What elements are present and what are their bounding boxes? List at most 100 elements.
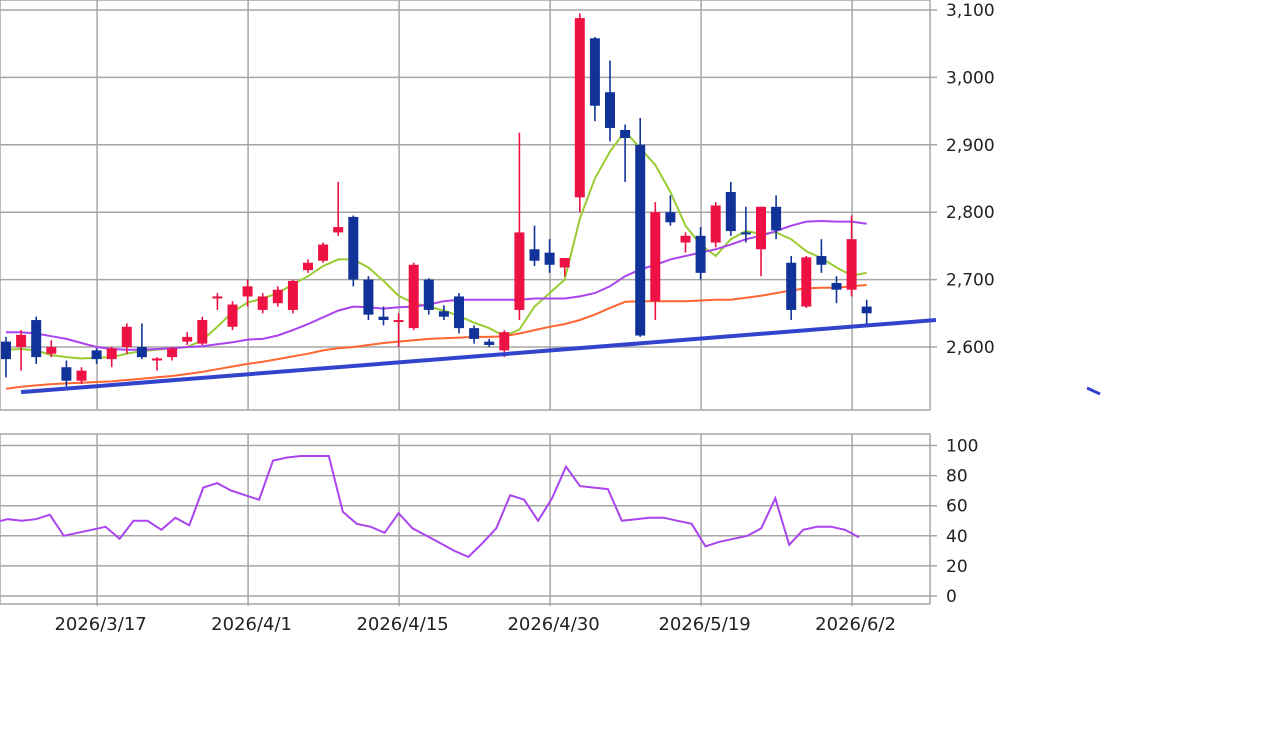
candle-body <box>801 257 812 307</box>
candlestick <box>861 299 872 327</box>
candlestick <box>318 242 329 263</box>
candlestick <box>31 316 42 364</box>
candle-body <box>665 212 676 223</box>
candlestick <box>197 316 208 345</box>
candlestick <box>136 323 147 360</box>
candlestick <box>710 202 721 248</box>
candlestick <box>378 306 389 326</box>
candlestick <box>212 293 223 310</box>
candle-body <box>167 348 178 358</box>
candle-body <box>454 296 464 329</box>
candle-body <box>1 341 11 360</box>
candle-body <box>257 296 268 310</box>
candlestick <box>695 227 706 280</box>
candle-body <box>725 191 736 232</box>
candle-body <box>393 320 404 323</box>
candlestick <box>272 286 283 307</box>
candle-body <box>363 279 374 315</box>
candle-body <box>152 358 162 361</box>
candle-body <box>710 205 721 243</box>
date-tick-label: 2026/4/30 <box>507 614 599 635</box>
candle-body <box>831 282 842 290</box>
candlestick <box>786 256 797 321</box>
candlestick <box>227 301 238 331</box>
price-tick-label: 2,800 <box>946 203 995 223</box>
price-tick-label: 2,900 <box>946 136 995 156</box>
candle-body <box>484 341 495 345</box>
candle-body <box>469 328 480 339</box>
moving-average-line <box>6 219 867 351</box>
candlestick <box>574 13 585 213</box>
moving-average-line <box>5 129 867 360</box>
candlestick <box>801 256 812 308</box>
candle-body <box>333 227 344 233</box>
oscillator-frame <box>0 433 931 605</box>
oscillator-tick-label: 60 <box>946 497 968 517</box>
oscillator-panel: 0 20 40 60 80 100 <box>0 433 978 607</box>
candle-body <box>861 306 872 314</box>
candle-body <box>438 311 449 317</box>
candle-body <box>378 316 389 321</box>
candlestick <box>423 278 434 315</box>
candlestick <box>91 348 102 364</box>
oscillator-tick-label: 40 <box>946 527 968 547</box>
candlestick <box>756 206 766 277</box>
date-axis: 2026/3/17 2026/4/1 2026/4/15 2026/4/30 2026/… <box>54 614 896 635</box>
candle-body <box>348 216 359 280</box>
stock-chart: 2,600 2,700 2,800 2,900 3,000 3,100 0 20 40 60 80… <box>0 0 1101 635</box>
candle-body <box>423 279 434 310</box>
oscillator-tick-label: 100 <box>946 437 978 457</box>
candlestick <box>559 258 570 277</box>
candle-body <box>212 296 223 299</box>
candle-body <box>574 18 585 198</box>
oscillator-tick-label: 0 <box>946 587 957 607</box>
candlestick <box>529 225 540 267</box>
candlestick <box>635 117 646 337</box>
candle-body <box>197 320 208 344</box>
candle-body <box>740 232 751 235</box>
candlestick <box>303 259 313 273</box>
candle-body <box>121 326 132 347</box>
price-tick-label: 3,000 <box>946 68 995 88</box>
price-tick-label: 2,700 <box>946 271 995 291</box>
candle-body <box>91 350 102 360</box>
candle-body <box>242 286 253 297</box>
candlestick <box>438 305 449 321</box>
candle-body <box>589 38 600 106</box>
candle-body <box>16 334 27 347</box>
candle-body <box>408 264 419 329</box>
candlestick <box>167 347 178 361</box>
candlestick <box>182 332 193 345</box>
candlestick <box>106 347 117 368</box>
candle-body <box>680 235 691 243</box>
candle-body <box>846 239 857 290</box>
candle-body <box>318 244 329 261</box>
candle-body <box>227 304 238 327</box>
candle-body <box>514 232 525 310</box>
candlestick <box>287 279 298 314</box>
candle-body <box>635 144 646 336</box>
price-tick-label: 3,100 <box>946 1 995 21</box>
candle-body <box>31 320 42 358</box>
candlestick <box>333 181 344 236</box>
candle-body <box>816 256 827 265</box>
candle-body <box>620 129 631 139</box>
candle-body <box>771 206 782 231</box>
candlestick <box>544 239 555 273</box>
candle-body <box>272 289 283 304</box>
candle-body <box>287 280 298 310</box>
candlestick <box>1 336 11 378</box>
candle-body <box>76 370 87 381</box>
price-tick-label: 2,600 <box>946 338 995 358</box>
candle-body <box>756 206 766 250</box>
candlestick <box>620 124 631 182</box>
candlestick <box>257 293 268 314</box>
candle-body <box>529 249 540 261</box>
candle-body <box>136 347 147 358</box>
candlestick <box>589 36 600 122</box>
date-tick-label: 2026/5/19 <box>658 614 750 635</box>
candle-body <box>303 262 313 271</box>
candle-body <box>61 367 72 381</box>
candle-body <box>605 92 615 128</box>
candle-body <box>544 252 555 265</box>
